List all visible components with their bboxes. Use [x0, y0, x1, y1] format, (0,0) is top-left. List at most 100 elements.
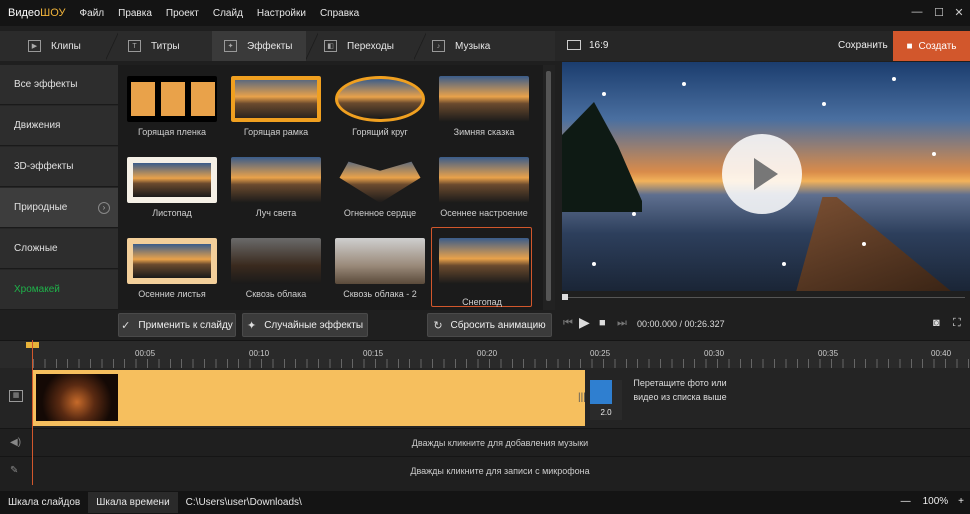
play-icon[interactable]: ▶ [579, 314, 590, 331]
app-logo: ВидеоШОУ [8, 7, 66, 19]
aspect-ratio[interactable]: 16:9 [589, 40, 608, 51]
logo-text: Видео [8, 7, 41, 19]
tab-transitions[interactable]: ◧ Переходы [318, 31, 418, 61]
effect-label: Сквозь облака - 2 [343, 289, 417, 299]
zoom-in-button[interactable]: + [958, 496, 964, 507]
effect-card[interactable]: Огненное сердце [330, 148, 430, 226]
effects-grid: Горящая пленка Горящая рамка Горящий кру… [118, 65, 543, 310]
effect-card[interactable]: Сквозь облака [226, 229, 326, 307]
tab-effects[interactable]: ✦ Эффекты [212, 31, 310, 61]
effect-card[interactable]: Луч света [226, 148, 326, 226]
random-effects-button[interactable]: ✦ Случайные эффекты [242, 313, 368, 337]
fullscreen-icon[interactable]: ⛶ [953, 317, 961, 330]
effect-card[interactable]: Горящий круг [330, 67, 430, 145]
menu-help[interactable]: Справка [320, 8, 359, 19]
zoom-value: 100% [922, 496, 949, 507]
seek-bar[interactable] [562, 292, 970, 302]
transition-block[interactable]: 2.0 [590, 380, 622, 420]
video-preview[interactable] [562, 62, 970, 291]
category-label: Сложные [14, 243, 58, 254]
seek-knob[interactable] [562, 294, 568, 300]
monitor-icon[interactable] [567, 40, 581, 50]
menu-edit[interactable]: Правка [118, 8, 152, 19]
effect-thumbnail [439, 157, 529, 203]
effect-thumbnail [127, 238, 217, 284]
snowflake [932, 152, 936, 156]
tab-clips[interactable]: ▶ Клипы [0, 31, 110, 61]
apply-to-slide-button[interactable]: ✓ Применить к слайду [118, 313, 236, 337]
effects-scrollbar[interactable] [543, 65, 555, 310]
tab-time-timeline[interactable]: Шкала времени [88, 492, 178, 513]
music-track[interactable]: ◀) Дважды кликните для добавления музыки [0, 428, 970, 456]
next-icon[interactable]: ⏭ [617, 317, 627, 330]
effect-label: Луч света [255, 208, 297, 218]
effect-card[interactable]: Листопад [122, 148, 222, 226]
transition-icon [590, 380, 612, 404]
snowflake [822, 102, 826, 106]
effect-thumbnail [231, 238, 321, 284]
video-track: ▦ ||| 2.0 Перетащите фото или видео из с… [0, 368, 970, 428]
maximize-button[interactable]: ☐ [932, 6, 946, 19]
effect-thumbnail [335, 76, 425, 122]
zoom-out-button[interactable]: — [901, 496, 911, 507]
category-all[interactable]: Все эффекты [0, 65, 118, 105]
menu-settings[interactable]: Настройки [257, 8, 306, 19]
scrollbar-thumb[interactable] [546, 71, 551, 301]
tab-divider [306, 31, 318, 61]
effect-card[interactable]: Горящая рамка [226, 67, 326, 145]
effect-categories: Все эффекты Движения 3D-эффекты Природны… [0, 65, 118, 310]
transport-controls: ⏮ ▶ ■ ⏭ 00:00.000 / 00:26.327 ◙ ⛶ [555, 313, 970, 335]
text-icon: T [128, 40, 141, 52]
tab-divider [106, 31, 118, 61]
effect-thumbnail [231, 76, 321, 122]
close-button[interactable]: ✕ [952, 6, 966, 19]
effect-card-selected[interactable]: Снегопад [431, 227, 532, 307]
play-overlay-button[interactable] [722, 134, 802, 214]
snowflake [632, 212, 636, 216]
status-bar: Шкала слайдов Шкала времени C:\Users\use… [0, 491, 970, 514]
timeline-clip[interactable]: ||| [33, 370, 586, 426]
snowflake [862, 242, 866, 246]
tab-slides-timeline[interactable]: Шкала слайдов [0, 497, 88, 508]
effect-card[interactable]: Сквозь облака - 2 [330, 229, 430, 307]
logo-accent-text: ШОУ [40, 7, 66, 19]
menu-project[interactable]: Проект [166, 8, 199, 19]
snapshot-icon[interactable]: ◙ [933, 317, 940, 329]
category-label: Хромакей [14, 284, 60, 295]
category-label: Все эффекты [14, 79, 78, 90]
menu-slide[interactable]: Слайд [213, 8, 243, 19]
minimize-button[interactable]: — [910, 6, 924, 18]
button-label: Применить к слайду [138, 319, 233, 331]
category-motion[interactable]: Движения [0, 106, 118, 146]
effect-label: Зимняя сказка [453, 127, 515, 137]
menu-bar: ВидеоШОУ Файл Правка Проект Слайд Настро… [0, 0, 970, 26]
ruler-tick: 00:25 [590, 349, 611, 358]
category-chromakey[interactable]: Хромакей [0, 270, 118, 310]
tab-label: Эффекты [247, 40, 293, 52]
magic-wand-icon: ✦ [246, 319, 257, 332]
effect-card[interactable]: Осеннее настроение [434, 148, 534, 226]
previous-icon[interactable]: ⏮ [563, 317, 573, 330]
microphone-track[interactable]: ✎ Дважды кликните для записи с микрофона [0, 456, 970, 484]
create-button[interactable]: ■ Создать [893, 31, 970, 61]
clip-resize-handle[interactable]: ||| [578, 392, 586, 403]
category-3d[interactable]: 3D-эффекты [0, 147, 118, 187]
effect-card[interactable]: Осенние листья [122, 229, 222, 307]
stop-icon[interactable]: ■ [599, 317, 606, 329]
tab-music[interactable]: ♪ Музыка [424, 31, 534, 61]
menu-file[interactable]: Файл [80, 8, 105, 19]
tab-titles[interactable]: T Титры [118, 31, 212, 61]
reset-animation-button[interactable]: ↻ Сбросить анимацию [427, 313, 552, 337]
timeline-ruler[interactable]: 00:05 00:10 00:15 00:20 00:25 00:30 00:3… [0, 340, 970, 369]
effect-thumbnail [339, 161, 421, 203]
effect-card[interactable]: Зимняя сказка [434, 67, 534, 145]
tab-label: Музыка [455, 40, 491, 52]
camera-icon: ■ [906, 40, 913, 52]
button-label: Сбросить анимацию [450, 319, 546, 331]
category-nature[interactable]: Природные › [0, 188, 118, 228]
save-button[interactable]: Сохранить [838, 40, 888, 51]
effect-thumbnail [127, 157, 217, 203]
snowflake [892, 77, 896, 81]
effect-card[interactable]: Горящая пленка [122, 67, 222, 145]
category-complex[interactable]: Сложные [0, 229, 118, 269]
